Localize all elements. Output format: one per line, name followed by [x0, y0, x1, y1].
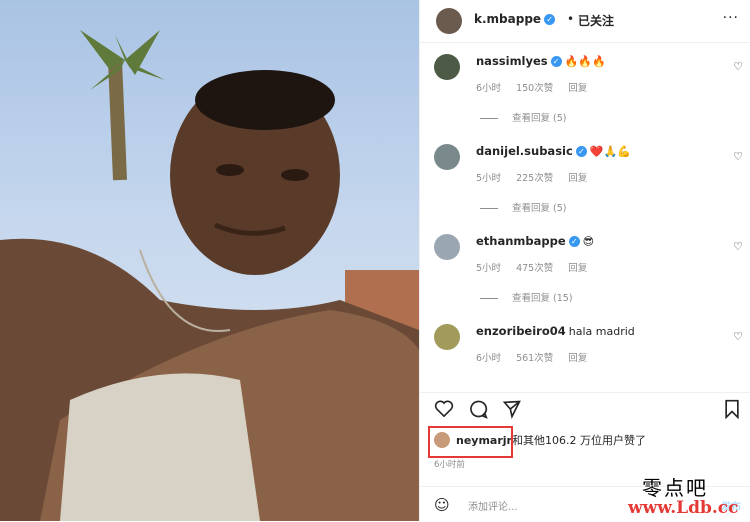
commenter-avatar[interactable] — [434, 54, 460, 80]
comment-username-text[interactable]: danijel.subasic — [476, 144, 573, 158]
palm-trunk — [108, 59, 127, 181]
bookmark-icon[interactable] — [724, 399, 740, 419]
comment-username[interactable]: enzoribeiro04 hala madrid — [476, 324, 635, 338]
author-username-text[interactable]: k.mbappe — [474, 12, 541, 26]
verified-icon: ✓ — [568, 236, 580, 247]
emoji-icon[interactable]: ☺ — [434, 496, 450, 514]
comment-text: 😎 — [582, 235, 595, 248]
comment-meta: 6小时 561次赞 回复 — [476, 350, 599, 364]
verified-icon: ✓ — [550, 56, 562, 67]
divider-line — [480, 208, 498, 209]
follow-button[interactable]: 已关注 — [578, 12, 614, 29]
commenter-avatar[interactable] — [434, 324, 460, 350]
instagram-post-view: k.mbappe ✓ • 已关注 ··· nassimlyes ✓ 🔥🔥🔥 6小时 1… — [0, 0, 750, 521]
view-replies-text[interactable]: 查看回复 (5) — [512, 203, 566, 214]
post-time: 6小时前 — [434, 460, 465, 470]
share-icon[interactable] — [502, 399, 522, 419]
commenter-avatar[interactable] — [434, 234, 460, 260]
comment-likes[interactable]: 561次赞 — [516, 353, 553, 364]
divider-line — [480, 118, 498, 119]
comment-item: danijel.subasic ✓ ❤️🙏💪 5小时 225次赞 回复 ♡ 查看回复… — [420, 144, 750, 234]
view-replies[interactable]: 查看回复 (15) — [480, 290, 573, 304]
heart-icon[interactable]: ♡ — [733, 150, 743, 163]
verified-icon: ✓ — [575, 146, 587, 157]
view-replies[interactable]: 查看回复 (5) — [480, 110, 566, 124]
towel — [60, 373, 260, 521]
comment-username[interactable]: nassimlyes ✓ 🔥🔥🔥 — [476, 54, 606, 68]
divider-line — [480, 298, 498, 299]
watermark-title: 零点吧 — [642, 476, 708, 500]
comment-reply-button[interactable]: 回复 — [568, 173, 587, 184]
comment-meta: 5小时 225次赞 回复 — [476, 170, 599, 184]
heart-icon[interactable]: ♡ — [733, 240, 743, 253]
comment-time: 6小时 — [476, 83, 502, 94]
comment-reply-button[interactable]: 回复 — [568, 263, 587, 274]
comment-time: 6小时 — [476, 353, 502, 364]
comment-item: ethanmbappe ✓ 😎 5小时 475次赞 回复 ♡ 查看回复 (15) — [420, 234, 750, 324]
comment-username-text[interactable]: enzoribeiro04 — [476, 324, 566, 338]
eye-left — [216, 164, 244, 176]
post-header: k.mbappe ✓ • 已关注 ··· — [420, 0, 750, 43]
highlight-box — [428, 426, 513, 458]
heart-icon[interactable]: ♡ — [733, 60, 743, 73]
view-replies-text[interactable]: 查看回复 (15) — [512, 293, 573, 304]
post-actions-bar — [420, 392, 750, 423]
comment-meta: 5小时 475次赞 回复 — [476, 260, 599, 274]
verified-icon: ✓ — [544, 14, 556, 25]
view-replies[interactable]: 查看回复 (5) — [480, 200, 566, 214]
comment-likes[interactable]: 225次赞 — [516, 173, 553, 184]
comment-time: 5小时 — [476, 263, 502, 274]
likes-count-text[interactable]: 和其他106.2 万位用户赞了 — [512, 434, 646, 447]
comment-text: 🔥🔥🔥 — [564, 55, 606, 68]
like-heart-icon[interactable] — [434, 399, 454, 417]
comment-input[interactable]: 添加评论... — [468, 498, 518, 513]
heart-icon[interactable]: ♡ — [733, 330, 743, 343]
eye-right — [281, 169, 309, 181]
post-photo[interactable] — [0, 0, 419, 521]
comment-item: nassimlyes ✓ 🔥🔥🔥 6小时 150次赞 回复 ♡ 查看回复 (5) — [420, 54, 750, 144]
comment-icon[interactable] — [468, 399, 488, 419]
comment-reply-button[interactable]: 回复 — [568, 83, 587, 94]
comment-likes[interactable]: 475次赞 — [516, 263, 553, 274]
photo-illustration — [0, 30, 419, 521]
comment-username-text[interactable]: nassimlyes — [476, 54, 548, 68]
comment-username[interactable]: ethanmbappe ✓ 😎 — [476, 234, 594, 248]
hair — [195, 70, 335, 130]
commenter-avatar[interactable] — [434, 144, 460, 170]
header-separator: • — [567, 12, 575, 26]
watermark-url: www.Ldb.cc — [628, 498, 739, 518]
post-side-panel: k.mbappe ✓ • 已关注 ··· nassimlyes ✓ 🔥🔥🔥 6小时 1… — [419, 0, 750, 521]
comment-username-text[interactable]: ethanmbappe — [476, 234, 566, 248]
view-replies-text[interactable]: 查看回复 (5) — [512, 113, 566, 124]
author-username[interactable]: k.mbappe ✓ — [474, 12, 556, 26]
author-avatar[interactable] — [436, 8, 462, 34]
comment-time: 5小时 — [476, 173, 502, 184]
comment-text: hala madrid — [568, 325, 635, 338]
comment-username[interactable]: danijel.subasic ✓ ❤️🙏💪 — [476, 144, 631, 158]
comment-meta: 6小时 150次赞 回复 — [476, 80, 599, 94]
comment-reply-button[interactable]: 回复 — [568, 353, 587, 364]
comment-text: ❤️🙏💪 — [589, 145, 631, 158]
more-options-icon[interactable]: ··· — [723, 10, 739, 26]
comment-likes[interactable]: 150次赞 — [516, 83, 553, 94]
